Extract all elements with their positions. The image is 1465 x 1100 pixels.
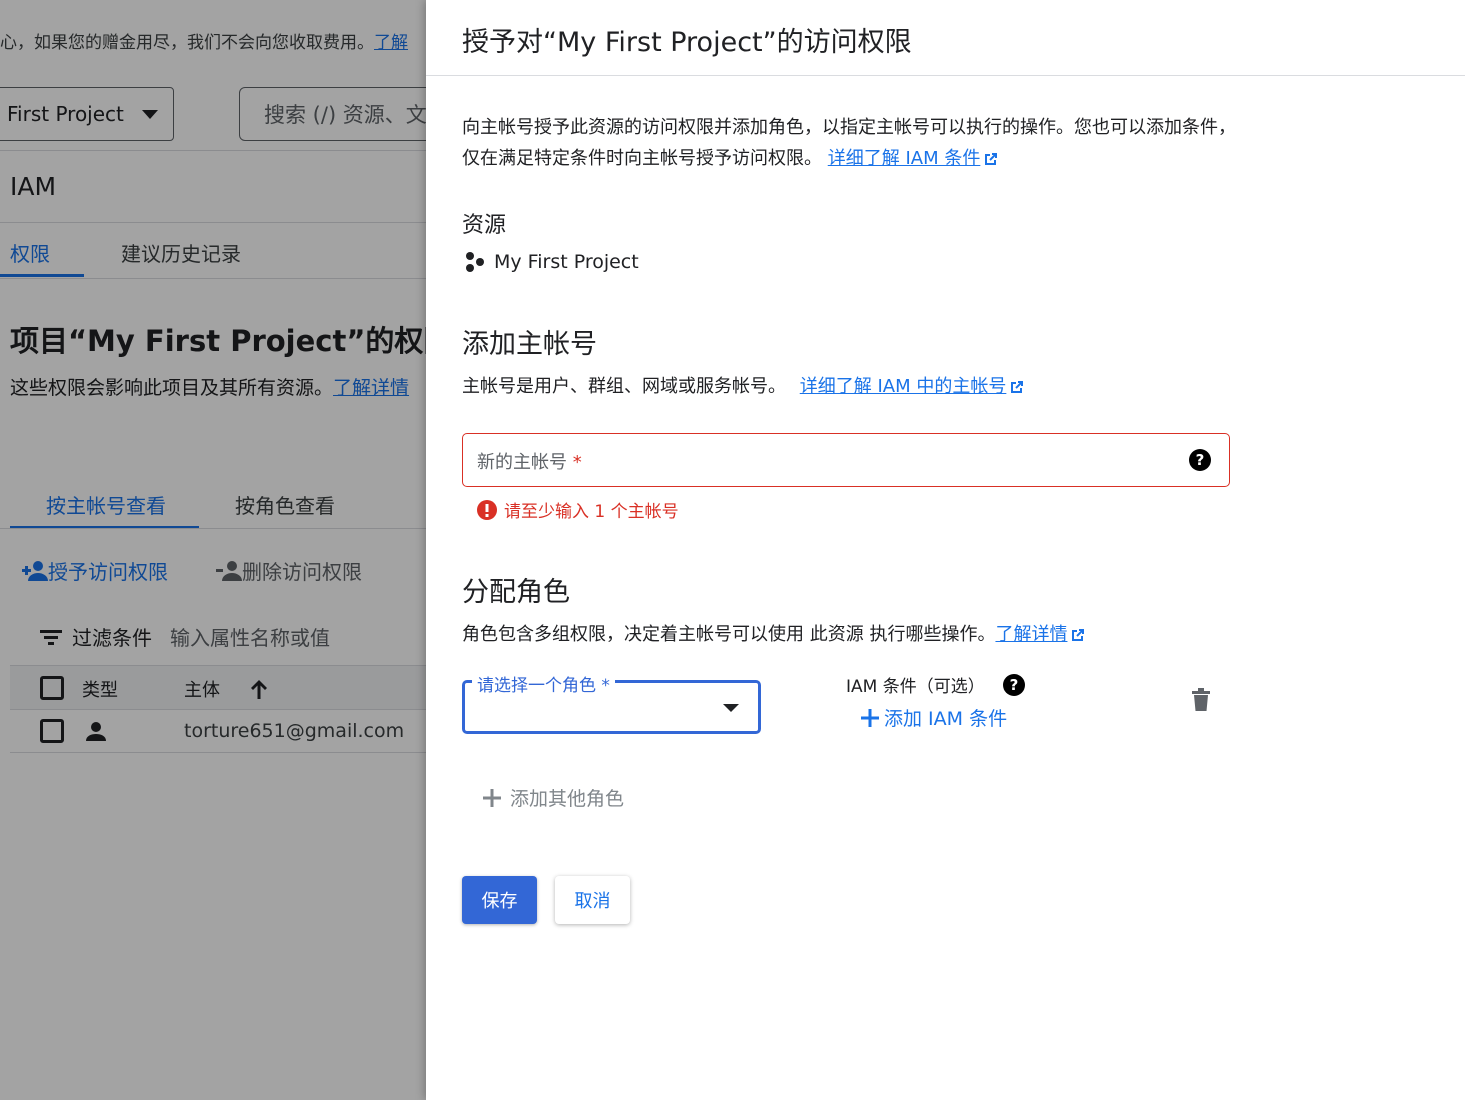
required-mark: *	[572, 452, 582, 473]
panel-intro: 向主帐号授予此资源的访问权限并添加角色，以指定主帐号可以执行的操作。您也可以添加…	[462, 112, 1237, 174]
principals-learn-more-link[interactable]: 详细了解 IAM 中的主帐号	[800, 376, 1026, 397]
plus-icon	[483, 788, 501, 807]
project-icon	[466, 252, 484, 272]
modal-scrim[interactable]	[0, 0, 426, 1100]
role-select-label-text: 请选择一个角色	[477, 676, 596, 696]
add-iam-condition-label: 添加 IAM 条件	[884, 708, 1008, 730]
svg-text:?: ?	[1196, 451, 1205, 469]
add-iam-condition-button[interactable]: 添加 IAM 条件	[860, 704, 1007, 731]
external-link-icon	[1011, 381, 1024, 393]
principals-link-label: 详细了解 IAM 中的主帐号	[799, 376, 1007, 397]
resource-heading: 资源	[462, 213, 507, 238]
iam-condition-label: IAM 条件（可选） ?	[846, 672, 1025, 697]
resource-item: My First Project	[464, 251, 639, 273]
roles-link-label: 了解详情	[995, 624, 1068, 645]
add-principals-description-text: 主帐号是用户、群组、网域或服务帐号。	[462, 376, 786, 397]
principal-error-text: 请至少输入 1 个主帐号	[504, 502, 679, 522]
iam-condition-label-text: IAM 条件（可选）	[846, 677, 985, 697]
error-icon	[477, 499, 497, 520]
assign-roles-description-text: 角色包含多组权限，决定着主帐号可以使用 此资源 执行哪些操作。	[462, 624, 996, 645]
role-select-label: 请选择一个角色 *	[472, 671, 615, 696]
principal-error-message: 请至少输入 1 个主帐号	[476, 497, 679, 522]
save-button[interactable]: 保存	[462, 876, 537, 924]
dropdown-arrow-icon	[723, 704, 739, 712]
help-icon[interactable]: ?	[1189, 449, 1211, 471]
help-icon[interactable]: ?	[1002, 673, 1025, 696]
iam-conditions-learn-more-link[interactable]: 详细了解 IAM 条件	[828, 148, 1000, 169]
iam-conditions-link-label: 详细了解 IAM 条件	[827, 148, 981, 169]
grant-access-panel: 授予对“My First Project”的访问权限 向主帐号授予此资源的访问权…	[426, 0, 1465, 1100]
panel-title: 授予对“My First Project”的访问权限	[462, 27, 912, 58]
add-principals-description: 主帐号是用户、群组、网域或服务帐号。 详细了解 IAM 中的主帐号	[462, 372, 1025, 398]
new-principals-placeholder: 新的主帐号 *	[477, 448, 582, 474]
cancel-button[interactable]: 取消	[555, 876, 630, 924]
new-principals-placeholder-text: 新的主帐号	[477, 452, 567, 473]
panel-header: 授予对“My First Project”的访问权限	[426, 0, 1465, 76]
svg-text:?: ?	[1009, 676, 1018, 694]
resource-name: My First Project	[494, 251, 639, 273]
external-link-icon	[1072, 629, 1085, 641]
assign-roles-description: 角色包含多组权限，决定着主帐号可以使用 此资源 执行哪些操作。了解详情	[462, 620, 1086, 646]
delete-icon[interactable]	[1190, 688, 1212, 712]
roles-learn-more-link[interactable]: 了解详情	[995, 624, 1086, 645]
external-link-icon	[985, 153, 998, 165]
assign-roles-heading: 分配角色	[462, 577, 570, 608]
add-principals-heading: 添加主帐号	[462, 329, 597, 360]
required-mark: *	[601, 676, 610, 696]
add-another-role-label: 添加其他角色	[510, 788, 625, 810]
add-another-role-button[interactable]: 添加其他角色	[482, 784, 624, 811]
new-principals-input[interactable]: 新的主帐号 * ?	[462, 433, 1230, 487]
plus-icon	[861, 708, 879, 727]
